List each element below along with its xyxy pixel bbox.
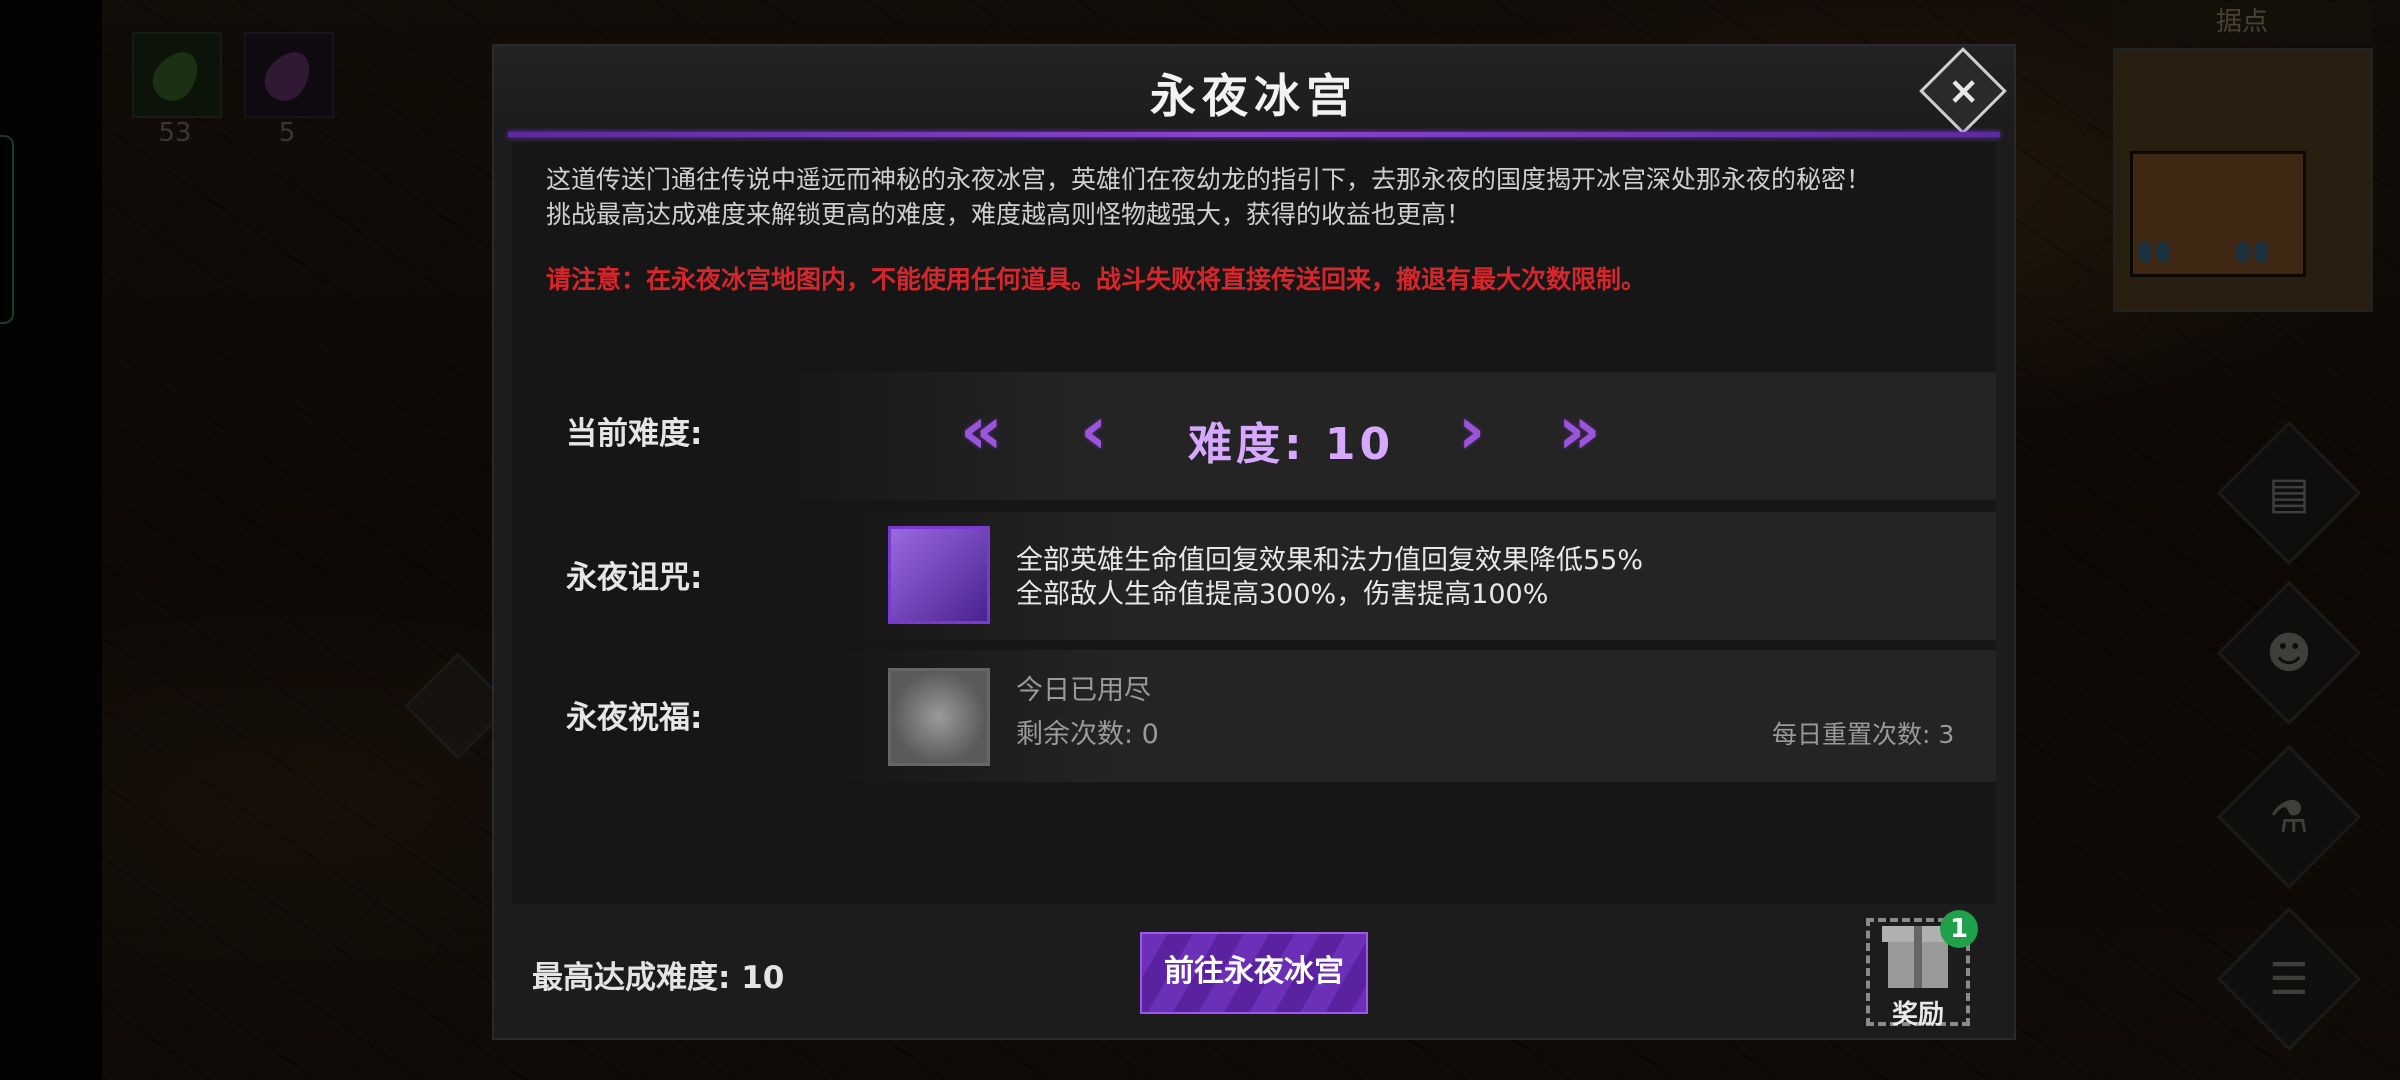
curse-row: 永夜诅咒: 全部英雄生命值回复效果和法力值回复效果降低55% 全部敌人生命值提高… bbox=[512, 512, 1996, 640]
double-chevron-left-icon[interactable]: « bbox=[960, 392, 1003, 469]
description-line-2: 挑战最高达成难度来解锁更高的难度，难度越高则怪物越强大，获得的收益也更高！ bbox=[546, 200, 1472, 229]
bat-moon-icon bbox=[888, 526, 990, 624]
difficulty-row: 当前难度: « ‹ 难度: 10 › » bbox=[512, 372, 1996, 500]
blessing-row: 永夜祝福: 今日已用尽 剩余次数: 0 每日重置次数: 3 bbox=[512, 650, 1996, 782]
gift-icon bbox=[1882, 926, 1954, 988]
eternal-night-palace-dialog: 永夜冰宫 × 这道传送门通往传说中遥远而神秘的永夜冰宫，英雄们在夜幼龙的指引下，… bbox=[492, 44, 2016, 1040]
blessing-panel bbox=[832, 650, 1996, 782]
curse-effects: 全部英雄生命值回复效果和法力值回复效果降低55% 全部敌人生命值提高300%，伤… bbox=[1016, 544, 1643, 612]
double-chevron-right-icon[interactable]: » bbox=[1558, 392, 1601, 469]
dialog-footer: 最高达成难度: 10 前往永夜冰宫 奖励 1 bbox=[494, 908, 2014, 1038]
close-icon: × bbox=[1947, 68, 1980, 113]
enter-palace-button[interactable]: 前往永夜冰宫 bbox=[1140, 932, 1368, 1014]
header-divider bbox=[508, 132, 2000, 137]
reward-badge: 1 bbox=[1940, 910, 1978, 948]
enter-palace-label: 前往永夜冰宫 bbox=[1164, 954, 1344, 989]
curse-label: 永夜诅咒: bbox=[566, 560, 703, 596]
description: 这道传送门通往传说中遥远而神秘的永夜冰宫，英雄们在夜幼龙的指引下，去那永夜的国度… bbox=[546, 162, 1996, 232]
blessing-daily-reset: 每日重置次数: 3 bbox=[1772, 720, 1955, 749]
reward-label: 奖励 bbox=[1891, 1000, 1944, 1030]
chevron-left-icon[interactable]: ‹ bbox=[1080, 392, 1107, 469]
difficulty-label: 当前难度: bbox=[566, 416, 703, 452]
difficulty-value: 难度: 10 bbox=[1188, 419, 1395, 470]
curse-effect-1: 全部英雄生命值回复效果和法力值回复效果降低55% bbox=[1016, 545, 1644, 576]
chevron-right-icon[interactable]: › bbox=[1458, 392, 1485, 469]
dialog-title: 永夜冰宫 bbox=[1150, 69, 1358, 123]
description-line-1: 这道传送门通往传说中遥远而神秘的永夜冰宫，英雄们在夜幼龙的指引下，去那永夜的国度… bbox=[546, 165, 1872, 194]
swirl-icon[interactable] bbox=[888, 668, 990, 766]
blessing-label: 永夜祝福: bbox=[566, 700, 703, 736]
curse-effect-2: 全部敌人生命值提高300%，伤害提高100% bbox=[1016, 579, 1549, 610]
max-difficulty-text: 最高达成难度: 10 bbox=[532, 960, 785, 996]
blessing-remaining: 剩余次数: 0 bbox=[1016, 719, 1159, 750]
warning-text: 请注意：在永夜冰宫地图内，不能使用任何道具。战斗失败将直接传送回来，撤退有最大次… bbox=[546, 265, 1647, 294]
blessing-status: 今日已用尽 bbox=[1016, 675, 1151, 706]
dialog-header: 永夜冰宫 × bbox=[494, 46, 2014, 138]
dialog-content: 这道传送门通往传说中遥远而神秘的永夜冰宫，英雄们在夜幼龙的指引下，去那永夜的国度… bbox=[512, 142, 1996, 904]
